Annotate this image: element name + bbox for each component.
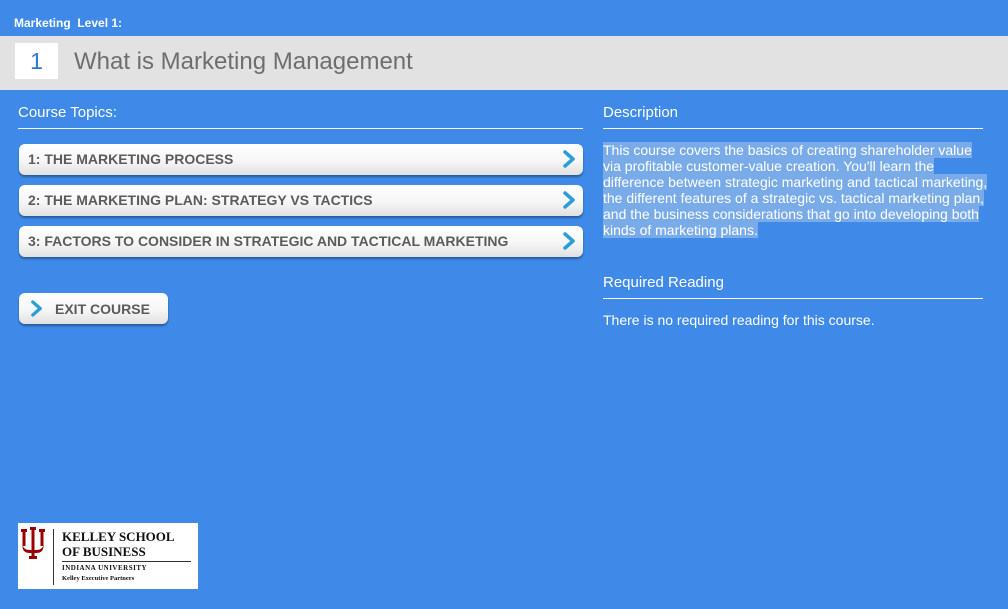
logo-text-line1: KELLEY SCHOOL — [62, 529, 175, 544]
topic-label: 1: THE MARKETING PROCESS — [28, 151, 234, 167]
logo-text-line2: OF BUSINESS — [62, 544, 146, 559]
chevron-right-icon — [563, 150, 575, 168]
page-title: What is Marketing Management — [74, 48, 413, 75]
title-bar: 1 What is Marketing Management — [0, 36, 1008, 90]
topic-label: 2: THE MARKETING PLAN: STRATEGY VS TACTI… — [28, 192, 373, 208]
level-number-badge: 1 — [15, 43, 58, 79]
logo-text-line3: INDIANA UNIVERSITY — [62, 564, 148, 572]
exit-course-label: EXIT COURSE — [55, 301, 150, 317]
description-text-selection: This course covers the basics of creatin… — [603, 142, 988, 238]
logo-text-line4: Kelley Executive Partners — [62, 575, 135, 582]
topic-button-3[interactable]: 3: FACTORS TO CONSIDER IN STRATEGIC AND … — [19, 226, 583, 257]
exit-course-button[interactable]: EXIT COURSE — [19, 293, 168, 324]
chevron-right-icon — [31, 300, 42, 317]
topic-label: 3: FACTORS TO CONSIDER IN STRATEGIC AND … — [28, 233, 509, 249]
topic-button-1[interactable]: 1: THE MARKETING PROCESS — [19, 144, 583, 175]
logo-rule — [62, 561, 191, 562]
chevron-right-icon — [563, 232, 575, 250]
required-reading-text: There is no required reading for this co… — [603, 312, 875, 328]
description-heading: Description — [603, 104, 983, 129]
breadcrumb: Marketing Level 1: — [14, 16, 123, 30]
kelley-school-logo: KELLEY SCHOOL OF BUSINESS INDIANA UNIVER… — [18, 523, 198, 589]
required-reading-heading: Required Reading — [603, 274, 983, 299]
chevron-right-icon — [563, 191, 575, 209]
topic-button-2[interactable]: 2: THE MARKETING PLAN: STRATEGY VS TACTI… — [19, 185, 583, 216]
description-text: This course covers the basics of creatin… — [603, 142, 988, 238]
course-topics-heading: Course Topics: — [18, 104, 583, 129]
iu-trident-icon — [21, 527, 45, 559]
logo-divider — [53, 529, 54, 585]
